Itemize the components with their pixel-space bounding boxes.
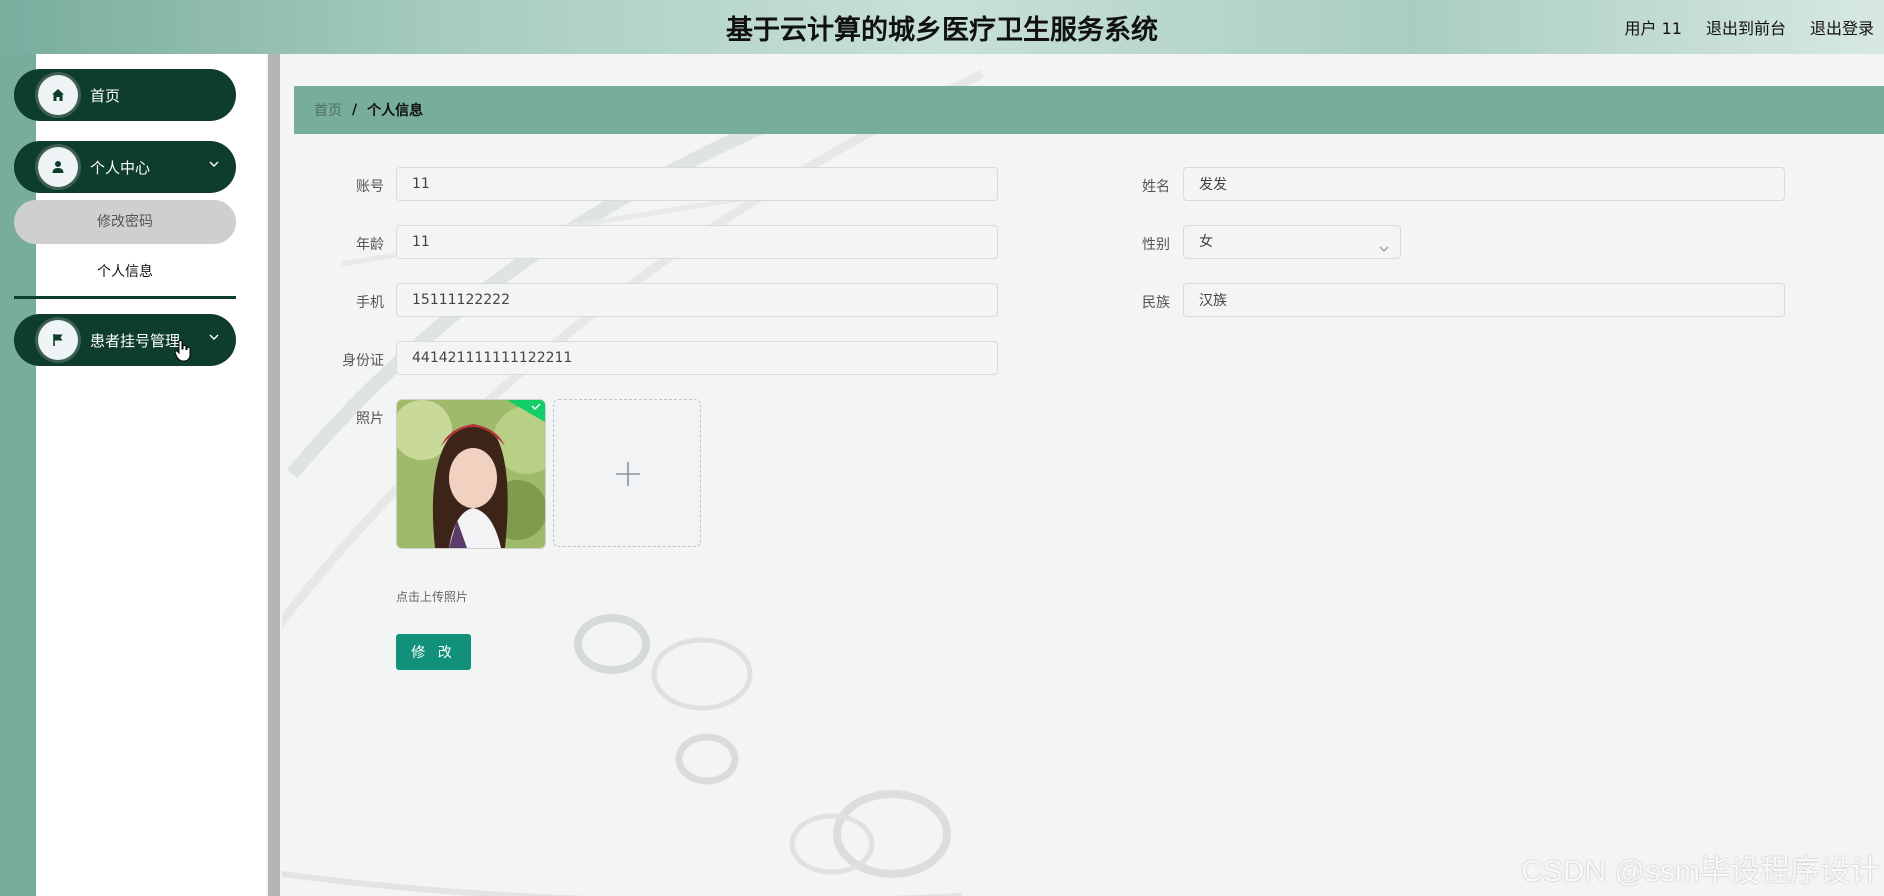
- gender-select[interactable]: 女: [1183, 225, 1401, 259]
- watermark: CSDN @ssm毕设程序设计: [1521, 855, 1880, 888]
- main-content: 首页 / 个人信息 账号 姓名 年龄 性别 女 手机 民族 身份证 照片: [282, 54, 1884, 896]
- breadcrumb-current: 个人信息: [367, 103, 424, 119]
- top-links: 用户 11 退出到前台 退出登录: [1625, 15, 1874, 39]
- plus-icon: [616, 462, 640, 486]
- chevron-down-icon: [208, 156, 220, 174]
- site-title: 基于云计算的城乡医疗卫生服务系统: [726, 15, 1158, 46]
- home-icon: [38, 75, 78, 115]
- sidebar-item-label: 首页: [90, 86, 121, 105]
- submit-button[interactable]: 修 改: [396, 634, 471, 670]
- breadcrumb-home-link[interactable]: 首页: [314, 100, 342, 120]
- sidebar-scrollbar[interactable]: [268, 54, 280, 896]
- account-field[interactable]: [396, 167, 998, 201]
- back-to-frontend-link[interactable]: 退出到前台: [1706, 15, 1786, 39]
- name-label: 姓名: [1142, 179, 1170, 195]
- idcard-label: 身份证: [342, 353, 384, 369]
- gender-label: 性别: [1142, 237, 1170, 253]
- top-header: 基于云计算的城乡医疗卫生服务系统 用户 11 退出到前台 退出登录: [0, 0, 1884, 54]
- profile-photo[interactable]: [396, 399, 546, 549]
- breadcrumb-separator: /: [352, 102, 358, 118]
- sidebar-item-registration-management[interactable]: 患者挂号管理: [14, 314, 236, 366]
- sidebar-item-home[interactable]: 首页: [14, 69, 236, 121]
- idcard-field[interactable]: [396, 341, 998, 375]
- ethnicity-field[interactable]: [1183, 283, 1785, 317]
- sidebar-item-personal-center[interactable]: 个人中心: [14, 141, 236, 193]
- sidebar-item-label: 患者挂号管理: [90, 331, 181, 350]
- hand-cursor-icon: [174, 340, 192, 366]
- ethnicity-label: 民族: [1142, 295, 1170, 311]
- phone-label: 手机: [356, 295, 384, 311]
- age-field[interactable]: [396, 225, 998, 259]
- phone-field[interactable]: [396, 283, 998, 317]
- upload-hint: 点击上传照片: [396, 590, 469, 604]
- age-label: 年龄: [356, 237, 384, 253]
- sidebar-item-label: 个人中心: [90, 158, 151, 177]
- photo-label: 照片: [356, 411, 384, 427]
- sidebar-subitem-personal-info[interactable]: 个人信息: [14, 248, 236, 299]
- gender-selected-value: 女: [1199, 234, 1213, 250]
- flag-icon: [38, 320, 78, 360]
- logout-link[interactable]: 退出登录: [1810, 15, 1874, 39]
- sidebar-subitem-change-password[interactable]: 修改密码: [14, 200, 236, 244]
- account-label: 账号: [356, 179, 384, 195]
- chevron-down-icon: [1378, 235, 1390, 267]
- user-icon: [38, 147, 78, 187]
- name-field[interactable]: [1183, 167, 1785, 201]
- user-label: 用户 11: [1624, 19, 1682, 38]
- upload-photo-button[interactable]: [553, 399, 701, 547]
- chevron-down-icon: [208, 329, 220, 347]
- breadcrumb: 首页 / 个人信息: [294, 86, 1884, 134]
